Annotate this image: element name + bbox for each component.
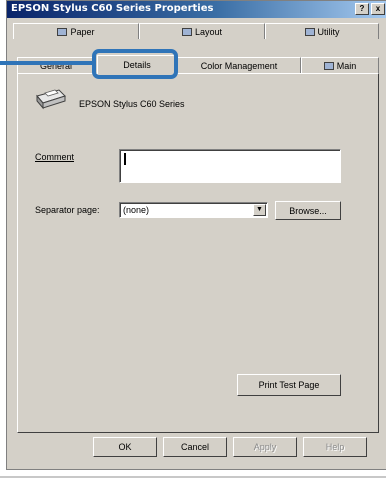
tab-color-management-label: Color Management <box>200 60 278 71</box>
details-tab-highlight <box>92 49 178 79</box>
tab-main[interactable]: Main <box>301 57 379 73</box>
comment-label: Comment <box>35 152 74 162</box>
tab-paper-label: Paper <box>70 26 95 37</box>
printer-name: EPSON Stylus C60 Series <box>79 99 185 109</box>
separator-page-select[interactable]: (none) ▼ <box>119 202 268 218</box>
layout-icon <box>181 27 192 36</box>
tab-utility-label: Utility <box>317 26 340 37</box>
tab-main-label: Main <box>336 60 357 71</box>
browse-button[interactable]: Browse... <box>275 201 341 220</box>
tab-color-management[interactable]: Color Management <box>177 57 301 73</box>
paper-icon <box>57 27 68 36</box>
utility-icon <box>304 27 315 36</box>
close-title-button[interactable]: x <box>371 3 385 15</box>
comment-field[interactable] <box>119 149 341 183</box>
separator-page-value: (none) <box>123 205 150 215</box>
chevron-down-icon[interactable]: ▼ <box>253 204 266 216</box>
help-title-button[interactable]: ? <box>355 3 369 15</box>
tab-general[interactable]: General <box>17 57 95 73</box>
printer-icon <box>36 89 66 110</box>
ok-button[interactable]: OK <box>93 437 157 457</box>
title-bar[interactable]: EPSON Stylus C60 Series Properties ? x <box>7 1 386 18</box>
comment-label-text: Comment <box>35 152 75 162</box>
properties-dialog: EPSON Stylus C60 Series Properties ? x P… <box>6 0 386 470</box>
tab-layout-label: Layout <box>194 26 223 37</box>
apply-button[interactable]: Apply <box>233 437 297 457</box>
divider <box>0 476 386 478</box>
text-caret <box>124 153 126 165</box>
tab-paper[interactable]: Paper <box>13 23 139 39</box>
main-icon <box>323 61 334 70</box>
window-title: EPSON Stylus C60 Series Properties <box>11 3 214 14</box>
tab-utility[interactable]: Utility <box>265 23 379 39</box>
tab-layout[interactable]: Layout <box>139 23 265 39</box>
print-test-page-button[interactable]: Print Test Page <box>237 374 341 396</box>
callout-line <box>0 61 96 65</box>
separator-label: Separator page: <box>35 205 100 215</box>
help-button[interactable]: Help <box>303 437 367 457</box>
cancel-button[interactable]: Cancel <box>163 437 227 457</box>
